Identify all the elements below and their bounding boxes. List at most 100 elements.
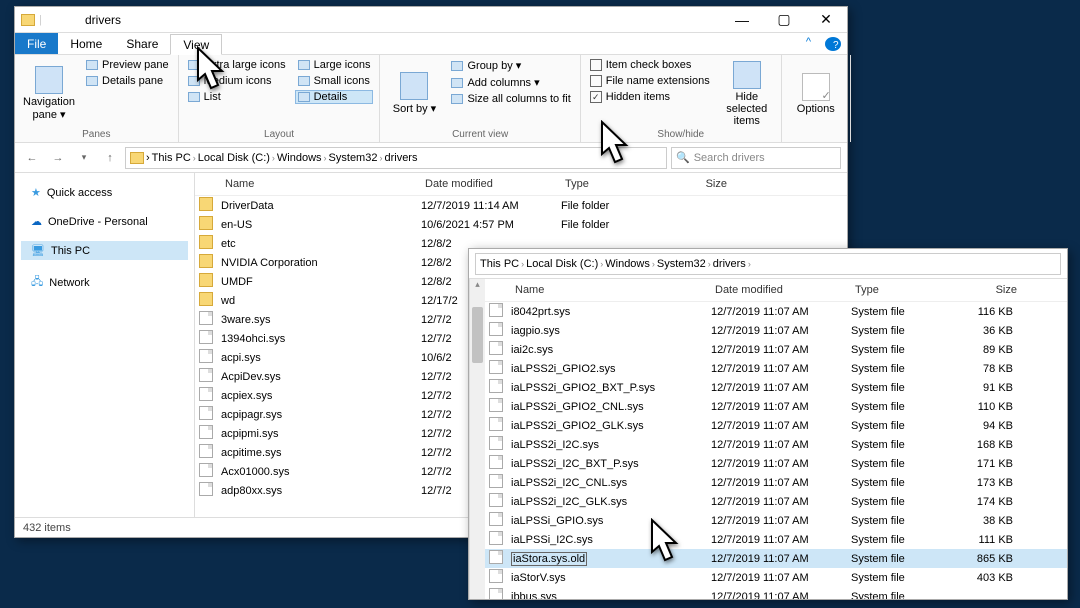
network-icon: 🖧 bbox=[31, 273, 43, 292]
tab-file[interactable]: File bbox=[15, 33, 58, 54]
preview-pane-button[interactable]: Preview pane bbox=[83, 58, 172, 72]
file-icon bbox=[489, 322, 503, 336]
col-size[interactable]: Size bbox=[951, 283, 1021, 297]
tab-share[interactable]: Share bbox=[114, 33, 170, 54]
breadcrumb-item[interactable]: This PC› bbox=[152, 152, 196, 164]
file-row[interactable]: DriverData12/7/2019 11:14 AMFile folder bbox=[195, 196, 847, 215]
address-bar-2[interactable]: This PC› Local Disk (C:)› Windows› Syste… bbox=[475, 253, 1061, 275]
add-columns-button[interactable]: Add columns ▾ bbox=[448, 75, 573, 90]
sidebar-quick-access[interactable]: ★Quick access bbox=[21, 183, 188, 202]
nav-bar-2: This PC› Local Disk (C:)› Windows› Syste… bbox=[469, 249, 1067, 279]
file-icon bbox=[199, 406, 213, 420]
file-extensions-toggle[interactable]: File name extensions bbox=[587, 74, 713, 88]
file-icon bbox=[489, 512, 503, 526]
pane-icon bbox=[35, 66, 63, 94]
file-row[interactable]: ibbus.sys12/7/2019 11:07 AMSystem file bbox=[485, 587, 1067, 599]
layout-list[interactable]: List bbox=[185, 90, 289, 104]
recent-button[interactable]: ▾ bbox=[73, 147, 95, 169]
sidebar-onedrive[interactable]: ☁OneDrive - Personal bbox=[21, 212, 188, 231]
minimize-button[interactable]: — bbox=[721, 7, 763, 33]
file-icon bbox=[489, 303, 503, 317]
tab-view[interactable]: View bbox=[170, 34, 222, 55]
file-row[interactable]: iai2c.sys12/7/2019 11:07 AMSystem file89… bbox=[485, 340, 1067, 359]
close-button[interactable]: ✕ bbox=[805, 7, 847, 33]
col-name[interactable]: Name bbox=[221, 177, 421, 191]
file-row[interactable]: iaLPSS2i_GPIO2_CNL.sys12/7/2019 11:07 AM… bbox=[485, 397, 1067, 416]
navigation-pane-button[interactable]: Navigation pane ▾ bbox=[21, 58, 77, 129]
divider: | bbox=[39, 14, 42, 26]
file-row[interactable]: iaLPSSi_I2C.sys12/7/2019 11:07 AMSystem … bbox=[485, 530, 1067, 549]
breadcrumb-item[interactable]: drivers bbox=[384, 152, 417, 164]
col-date[interactable]: Date modified bbox=[421, 177, 561, 191]
breadcrumb-item[interactable]: This PC› bbox=[480, 258, 524, 270]
file-row[interactable]: iaLPSSi_GPIO.sys12/7/2019 11:07 AMSystem… bbox=[485, 511, 1067, 530]
layout-small[interactable]: Small icons bbox=[295, 74, 374, 88]
breadcrumb-item[interactable]: Windows› bbox=[277, 152, 327, 164]
scrollbar-left[interactable]: ▴ bbox=[469, 279, 485, 599]
sidebar: ★Quick access ☁OneDrive - Personal 🖥This… bbox=[15, 173, 195, 517]
sidebar-network[interactable]: 🖧Network bbox=[21, 270, 188, 295]
breadcrumb-item[interactable]: System32› bbox=[657, 258, 711, 270]
titlebar[interactable]: | drivers — ▢ ✕ bbox=[15, 7, 847, 33]
layout-medium[interactable]: Medium icons bbox=[185, 74, 289, 88]
file-row[interactable]: iaLPSS2i_GPIO2_BXT_P.sys12/7/2019 11:07 … bbox=[485, 378, 1067, 397]
tab-home[interactable]: Home bbox=[58, 33, 114, 54]
file-row[interactable]: iaStora.sys.old12/7/2019 11:07 AMSystem … bbox=[485, 549, 1067, 568]
breadcrumb-item[interactable]: drivers› bbox=[713, 258, 751, 270]
folder-icon bbox=[199, 254, 213, 268]
file-icon bbox=[489, 436, 503, 450]
hide-selected-items-button[interactable]: Hide selected items bbox=[719, 58, 775, 129]
file-row[interactable]: iaLPSS2i_I2C_BXT_P.sys12/7/2019 11:07 AM… bbox=[485, 454, 1067, 473]
file-icon bbox=[199, 463, 213, 477]
ribbon-group-current-view: Sort by ▾ Group by ▾ Add columns ▾ Size … bbox=[380, 55, 580, 142]
breadcrumb-item[interactable]: Local Disk (C:)› bbox=[198, 152, 275, 164]
breadcrumb-item[interactable]: System32› bbox=[329, 152, 383, 164]
file-icon bbox=[489, 360, 503, 374]
ribbon-group-show-hide: Item check boxes File name extensions ✓H… bbox=[581, 55, 782, 142]
details-pane-button[interactable]: Details pane bbox=[83, 74, 172, 88]
back-button[interactable]: ← bbox=[21, 147, 43, 169]
col-type[interactable]: Type bbox=[851, 283, 951, 297]
breadcrumb-item[interactable]: Local Disk (C:)› bbox=[526, 258, 603, 270]
file-row[interactable]: iagpio.sys12/7/2019 11:07 AMSystem file3… bbox=[485, 321, 1067, 340]
hidden-items-toggle[interactable]: ✓Hidden items bbox=[587, 90, 713, 104]
file-icon bbox=[489, 474, 503, 488]
file-icon bbox=[489, 341, 503, 355]
file-row[interactable]: iaLPSS2i_GPIO2.sys12/7/2019 11:07 AMSyst… bbox=[485, 359, 1067, 378]
col-size[interactable]: Size bbox=[661, 177, 731, 191]
file-row[interactable]: iaStorV.sys12/7/2019 11:07 AMSystem file… bbox=[485, 568, 1067, 587]
scroll-thumb[interactable] bbox=[472, 307, 483, 363]
cloud-icon: ☁ bbox=[31, 215, 42, 228]
layout-large[interactable]: Large icons bbox=[295, 58, 374, 72]
forward-button[interactable]: → bbox=[47, 147, 69, 169]
options-button[interactable]: ✓ Options bbox=[788, 58, 844, 129]
search-input[interactable]: 🔍 Search drivers bbox=[671, 147, 841, 169]
size-all-columns-button[interactable]: Size all columns to fit bbox=[448, 92, 573, 106]
file-icon bbox=[199, 368, 213, 382]
col-type[interactable]: Type bbox=[561, 177, 661, 191]
search-placeholder: Search drivers bbox=[694, 152, 765, 164]
address-bar[interactable]: › This PC› Local Disk (C:)› Windows› Sys… bbox=[125, 147, 667, 169]
sort-by-button[interactable]: Sort by ▾ bbox=[386, 58, 442, 129]
group-by-button[interactable]: Group by ▾ bbox=[448, 58, 573, 73]
ribbon-toggle[interactable]: ^ bbox=[798, 33, 819, 54]
file-row[interactable]: iaLPSS2i_I2C_GLK.sys12/7/2019 11:07 AMSy… bbox=[485, 492, 1067, 511]
file-row[interactable]: iaLPSS2i_I2C_CNL.sys12/7/2019 11:07 AMSy… bbox=[485, 473, 1067, 492]
item-check-boxes-toggle[interactable]: Item check boxes bbox=[587, 58, 713, 72]
help-button[interactable]: ? bbox=[825, 37, 841, 51]
col-date[interactable]: Date modified bbox=[711, 283, 851, 297]
file-row[interactable]: iaLPSS2i_GPIO2_GLK.sys12/7/2019 11:07 AM… bbox=[485, 416, 1067, 435]
file-row[interactable]: en-US10/6/2021 4:57 PMFile folder bbox=[195, 215, 847, 234]
layout-extra-large[interactable]: Extra large icons bbox=[185, 58, 289, 72]
sidebar-this-pc[interactable]: 🖥This PC bbox=[21, 241, 188, 260]
nav-bar: ← → ▾ ↑ › This PC› Local Disk (C:)› Wind… bbox=[15, 143, 847, 173]
options-icon: ✓ bbox=[802, 73, 830, 101]
col-name[interactable]: Name bbox=[511, 283, 711, 297]
breadcrumb-item[interactable]: Windows› bbox=[605, 258, 655, 270]
maximize-button[interactable]: ▢ bbox=[763, 7, 805, 33]
file-icon bbox=[489, 455, 503, 469]
up-button[interactable]: ↑ bbox=[99, 147, 121, 169]
layout-details[interactable]: Details bbox=[295, 90, 374, 104]
file-row[interactable]: iaLPSS2i_I2C.sys12/7/2019 11:07 AMSystem… bbox=[485, 435, 1067, 454]
file-row[interactable]: i8042prt.sys12/7/2019 11:07 AMSystem fil… bbox=[485, 302, 1067, 321]
